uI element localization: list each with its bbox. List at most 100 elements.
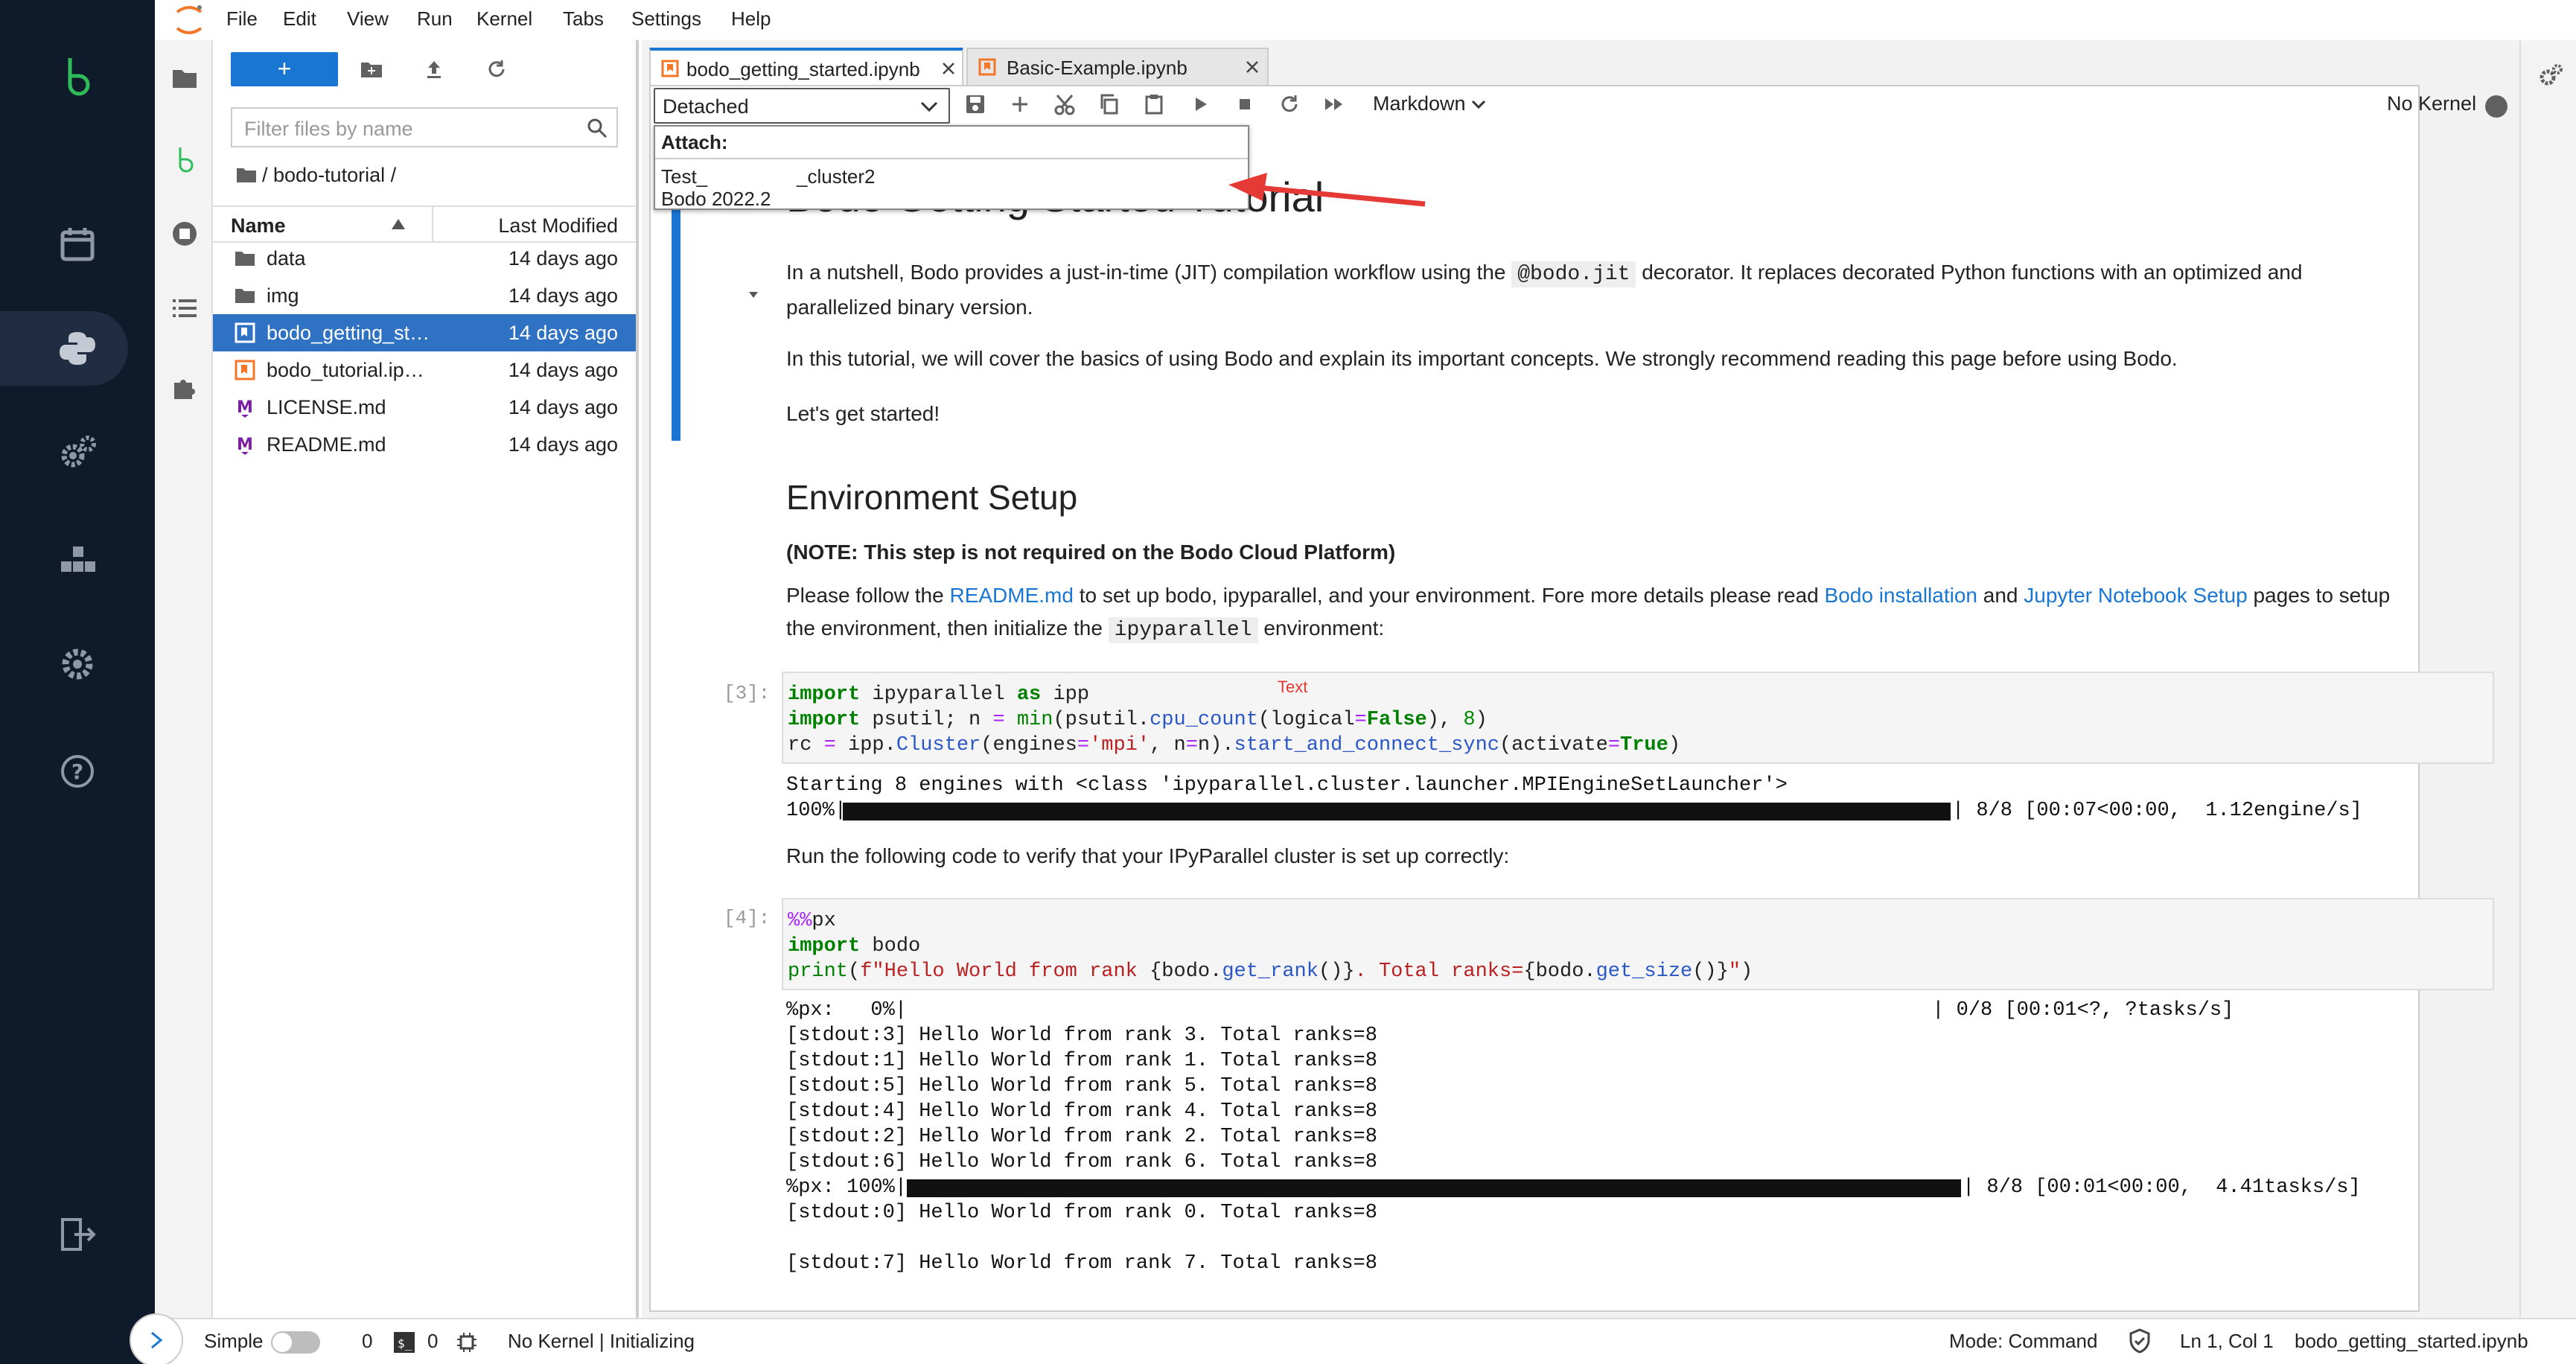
cell-type-select[interactable]: Markdown bbox=[1373, 92, 1466, 115]
file-name: data bbox=[267, 246, 306, 270]
terminal-icon[interactable]: $_ bbox=[393, 1331, 415, 1354]
notebook-icon bbox=[235, 322, 255, 343]
kernel-status-text[interactable]: No Kernel | Initializing bbox=[508, 1330, 695, 1353]
output-line: [stdout:6] Hello World from rank 6. Tota… bbox=[786, 1151, 1377, 1173]
svg-text:$_: $_ bbox=[398, 1336, 412, 1351]
cluster-option[interactable]: Test_ _cluster2 Bodo 2022.2 bbox=[661, 164, 1242, 210]
file-row-license[interactable]: M LICENSE.md 14 days ago bbox=[213, 389, 636, 426]
property-inspector-gears-icon[interactable] bbox=[2537, 63, 2564, 89]
notebook-icon bbox=[978, 58, 996, 76]
cell-4-output: %px: 0%| | 0/8 [00:01<?, ?tasks/s] [stdo… bbox=[786, 998, 2499, 1276]
tab-label: Basic-Example.ipynb bbox=[1007, 57, 1187, 79]
note-paragraph: (NOTE: This step is not required on the … bbox=[786, 541, 1396, 564]
simple-mode-toggle[interactable] bbox=[271, 1331, 320, 1354]
bodo-logo-icon[interactable] bbox=[40, 37, 115, 112]
file-browser: + Filter files by name / bodo-tutorial /… bbox=[213, 40, 639, 1318]
output-line: [stdout:3] Hello World from rank 3. Tota… bbox=[786, 1024, 1377, 1047]
extension-puzzle-icon[interactable] bbox=[170, 372, 200, 402]
file-modified: 14 days ago bbox=[508, 395, 618, 418]
cluster-select[interactable]: Detached bbox=[654, 88, 950, 124]
terminal-count: 0 bbox=[362, 1330, 373, 1352]
last-modified-column-header[interactable]: Last Modified bbox=[498, 214, 618, 238]
current-file-name: bodo_getting_started.ipynb bbox=[2295, 1330, 2528, 1352]
python-icon[interactable] bbox=[40, 311, 115, 386]
intro-paragraph: In a nutshell, Bodo provides a just-in-t… bbox=[786, 261, 2303, 319]
folder-icon bbox=[235, 252, 255, 266]
file-modified: 14 days ago bbox=[508, 433, 618, 456]
cut-icon[interactable] bbox=[1053, 92, 1077, 116]
menu-help[interactable]: Help bbox=[731, 7, 771, 31]
bodo-extension-icon[interactable] bbox=[170, 143, 200, 173]
collapse-caret-icon[interactable] bbox=[747, 290, 759, 299]
output-line: [stdout:0] Hello World from rank 0. Tota… bbox=[786, 1202, 1377, 1224]
restart-icon[interactable] bbox=[1278, 92, 1301, 116]
tab-bodo-getting-started[interactable]: bodo_getting_started.ipynb bbox=[649, 48, 963, 85]
bodo-installation-link[interactable]: Bodo installation bbox=[1825, 584, 1977, 607]
svg-text:?: ? bbox=[71, 759, 83, 784]
security-shield-icon[interactable] bbox=[2128, 1328, 2152, 1354]
tab-label: bodo_getting_started.ipynb bbox=[686, 58, 920, 80]
run-icon[interactable] bbox=[1188, 92, 1212, 116]
paste-icon[interactable] bbox=[1142, 92, 1166, 116]
kernel-name[interactable]: No Kernel bbox=[2387, 92, 2476, 115]
blocks-icon[interactable] bbox=[40, 521, 115, 596]
menu-kernel[interactable]: Kernel bbox=[476, 7, 532, 31]
cursor-position[interactable]: Ln 1, Col 1 bbox=[2180, 1330, 2274, 1353]
gears-icon[interactable] bbox=[40, 415, 115, 490]
file-name: bodo_tutorial.ip… bbox=[267, 358, 424, 381]
menu-view[interactable]: View bbox=[347, 7, 389, 31]
code-cell-3-input[interactable]: import ipyparallel as ipp import psutil;… bbox=[782, 672, 2494, 764]
cell-prompt: [3]: bbox=[724, 682, 771, 704]
cell-4-progress: %px: 100%| | 8/8 [00:01<00:00, 4.41tasks… bbox=[786, 1176, 2361, 1199]
filter-files-input[interactable]: Filter files by name bbox=[231, 107, 618, 147]
folder-icon[interactable] bbox=[170, 63, 200, 92]
cpu-chip-icon bbox=[457, 1333, 476, 1352]
chevron-right-icon bbox=[151, 1331, 163, 1349]
new-launcher-button[interactable]: + bbox=[231, 52, 338, 86]
progress-bar-fill bbox=[907, 1179, 1961, 1197]
menu-run[interactable]: Run bbox=[417, 7, 453, 31]
toc-icon[interactable] bbox=[170, 293, 200, 323]
logout-icon[interactable] bbox=[40, 1197, 115, 1272]
kernel-status-icon bbox=[2485, 95, 2508, 118]
tab-basic-example[interactable]: Basic-Example.ipynb bbox=[966, 48, 1269, 85]
menu-edit[interactable]: Edit bbox=[283, 7, 316, 31]
folder-icon bbox=[235, 289, 255, 303]
menu-file[interactable]: File bbox=[226, 7, 258, 31]
expand-rail-button[interactable] bbox=[130, 1313, 183, 1364]
file-row-bodo-tutorial[interactable]: bodo_tutorial.ip… 14 days ago bbox=[213, 351, 636, 389]
calendar-icon[interactable] bbox=[40, 207, 115, 281]
code-cell-4-input[interactable]: %%px import bodo print(f"Hello World fro… bbox=[782, 898, 2494, 990]
right-sidebar bbox=[2519, 40, 2576, 1318]
new-folder-icon[interactable] bbox=[359, 57, 384, 82]
close-icon[interactable] bbox=[1245, 60, 1260, 74]
jupyter-setup-link[interactable]: Jupyter Notebook Setup bbox=[2024, 584, 2247, 607]
breadcrumb[interactable]: / bodo-tutorial / bbox=[262, 164, 396, 187]
help-icon[interactable]: ? bbox=[40, 734, 115, 809]
insert-cell-icon[interactable] bbox=[1008, 92, 1032, 116]
notebook-icon bbox=[235, 360, 255, 380]
readme-link[interactable]: README.md bbox=[949, 584, 1073, 607]
file-modified: 14 days ago bbox=[508, 246, 618, 270]
copy-icon[interactable] bbox=[1097, 92, 1121, 116]
file-row-bodo-getting-started[interactable]: bodo_getting_st… 14 days ago bbox=[213, 314, 636, 351]
notebook-icon bbox=[661, 60, 679, 77]
running-icon[interactable] bbox=[170, 219, 200, 249]
close-icon[interactable] bbox=[941, 61, 956, 76]
tutorial-paragraph: In this tutorial, we will cover the basi… bbox=[786, 347, 2178, 370]
menu-settings[interactable]: Settings bbox=[631, 7, 701, 31]
menu-tabs[interactable]: Tabs bbox=[563, 7, 604, 31]
active-cell-indicator bbox=[672, 182, 680, 441]
name-column-header[interactable]: Name bbox=[231, 214, 286, 238]
refresh-icon[interactable] bbox=[484, 57, 509, 82]
upload-icon[interactable] bbox=[421, 57, 447, 82]
left-sidebar-tabs bbox=[155, 40, 213, 1318]
file-row-data[interactable]: data 14 days ago bbox=[213, 240, 636, 277]
stop-icon[interactable] bbox=[1233, 92, 1257, 116]
run-all-icon[interactable] bbox=[1322, 92, 1346, 116]
settings-gear-icon[interactable] bbox=[40, 627, 115, 701]
simple-mode-label: Simple bbox=[204, 1330, 264, 1352]
save-icon[interactable] bbox=[963, 92, 987, 116]
file-row-readme[interactable]: M README.md 14 days ago bbox=[213, 426, 636, 463]
file-row-img[interactable]: img 14 days ago bbox=[213, 277, 636, 314]
